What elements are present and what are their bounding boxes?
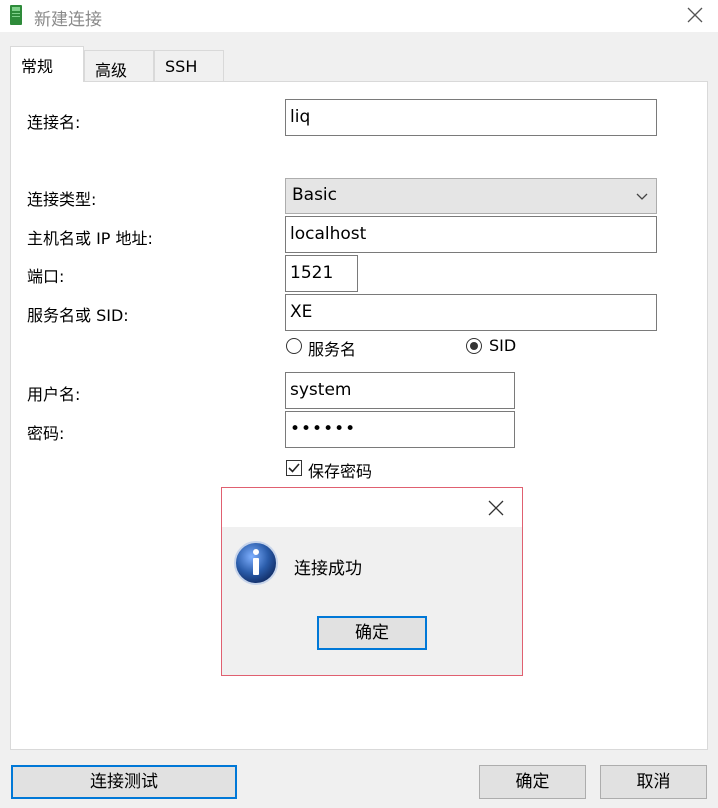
tab-advanced[interactable]: 高级 (84, 50, 154, 82)
window-title: 新建连接 (34, 10, 102, 30)
tab-label: SSH (165, 57, 198, 76)
conn-type-label: 连接类型: (27, 190, 97, 209)
conn-name-input[interactable]: liq (285, 99, 657, 136)
cancel-button[interactable]: 取消 (600, 765, 707, 799)
user-input[interactable]: system (285, 372, 515, 409)
tab-label: 高级 (95, 61, 128, 80)
radio-service-name[interactable] (286, 338, 302, 354)
port-label: 端口: (27, 267, 65, 286)
service-input[interactable]: XE (285, 294, 657, 331)
ok-button[interactable]: 确定 (479, 765, 586, 799)
save-password-label: 保存密码 (308, 462, 373, 481)
tab-general[interactable]: 常规 (10, 46, 84, 82)
host-input[interactable]: localhost (285, 216, 657, 253)
password-input[interactable]: •••••• (285, 411, 515, 448)
chevron-down-icon (636, 193, 648, 200)
radio-sid[interactable] (466, 338, 482, 354)
app-icon (10, 5, 22, 25)
save-password-checkbox[interactable] (286, 460, 302, 476)
info-icon (234, 541, 278, 585)
radio-sid-label: SID (489, 336, 517, 355)
tab-ssh[interactable]: SSH (154, 50, 224, 82)
user-label: 用户名: (27, 385, 81, 404)
password-label: 密码: (27, 424, 65, 443)
service-label: 服务名或 SID: (27, 306, 129, 325)
dialog-message: 连接成功 (294, 559, 362, 579)
title-bar: 新建连接 (0, 0, 718, 32)
tab-label: 常规 (21, 57, 54, 76)
close-icon[interactable] (684, 4, 706, 26)
conn-type-select[interactable]: Basic (285, 178, 657, 214)
success-dialog: 连接成功 确定 (221, 487, 523, 676)
radio-service-name-label: 服务名 (308, 340, 357, 359)
test-connection-button[interactable]: 连接测试 (11, 765, 237, 799)
dialog-title-bar (222, 488, 522, 527)
dialog-ok-button[interactable]: 确定 (317, 616, 427, 650)
check-icon (288, 463, 300, 473)
conn-name-label: 连接名: (27, 113, 81, 132)
port-input[interactable]: 1521 (285, 255, 358, 292)
close-icon[interactable] (487, 499, 505, 517)
conn-type-value: Basic (292, 185, 338, 205)
host-label: 主机名或 IP 地址: (27, 229, 153, 248)
